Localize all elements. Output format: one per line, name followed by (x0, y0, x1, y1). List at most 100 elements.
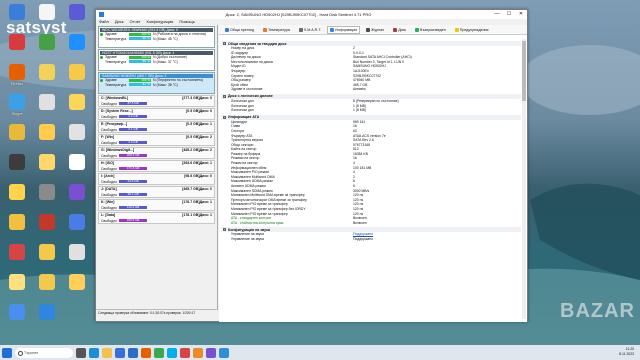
desktop-icon[interactable] (62, 154, 92, 184)
title-bar[interactable]: Диск: 2, SAMSUNG HD502HJ [S20BJ90KC07702… (96, 10, 527, 19)
desktop-icon[interactable] (2, 304, 32, 334)
volume-item[interactable]: J: [DATA] [465.7 GB] Диск: 0 Свободно 96.1 G… (98, 186, 215, 198)
desktop-icon[interactable] (32, 184, 62, 214)
task-view-icon[interactable] (76, 347, 86, 358)
desktop-icon[interactable] (2, 124, 32, 154)
tab-възпроизведен[interactable]: Възпроизведен (412, 26, 449, 34)
search-input[interactable]: Търсене (15, 347, 73, 358)
chrome-icon[interactable] (154, 347, 164, 358)
volume-size: [465.2 GB] (182, 148, 200, 152)
desktop-icon[interactable] (32, 64, 62, 94)
desktop-icon[interactable] (62, 94, 92, 124)
desktop-icon[interactable] (2, 4, 32, 34)
viber-icon[interactable] (206, 347, 216, 358)
mail-icon[interactable] (128, 347, 138, 358)
volume-item[interactable]: L: [Data] [176.1 GB] Диск: 1 Свободно 180.6 … (98, 212, 215, 224)
collapse-icon[interactable]: − (223, 228, 226, 232)
desktop-icon[interactable] (62, 274, 92, 304)
volume-item[interactable]: G: [WindowsDigit...] [465.2 GB] Диск: 2 Сво… (98, 147, 215, 159)
store-icon[interactable] (115, 347, 125, 358)
volume-header: F: [Win] [0.5 GB] Диск: 2 (101, 135, 212, 140)
desktop-icon-glyph (69, 154, 85, 170)
desktop-icon[interactable]: Skype (2, 94, 32, 124)
collapse-icon[interactable]: − (223, 94, 226, 98)
tab-label: Журнал (371, 27, 385, 32)
tab-информация[interactable]: Информация (327, 25, 361, 34)
desktop-icon-glyph (9, 214, 25, 230)
tab-журнал[interactable]: Журнал (363, 26, 387, 34)
desktop-icon[interactable] (62, 244, 92, 274)
skype-icon[interactable] (167, 347, 177, 358)
volume-name: K: [Win] (101, 200, 115, 204)
desktop-icon[interactable] (2, 214, 32, 244)
desktop-icon[interactable] (62, 184, 92, 214)
hd-sentinel-taskbar-icon[interactable] (219, 347, 229, 358)
volume-list: C: [WindowsBL] [277.3 GB] Диск: 0 Свободно 8… (96, 95, 217, 224)
desktop-icon[interactable]: Firefox (2, 64, 32, 94)
desktop-icon[interactable] (32, 94, 62, 124)
tab-температура[interactable]: Температура (260, 26, 293, 34)
volume-size: [0.5 GB] (186, 122, 200, 126)
desktop-icon[interactable] (32, 304, 62, 334)
close-button[interactable]: ✕ (515, 10, 527, 19)
desktop-icon[interactable] (32, 34, 62, 64)
desktop-icon[interactable] (62, 34, 92, 64)
collapse-icon[interactable]: − (223, 115, 226, 119)
clock[interactable]: 11:20 8.11.2023 (619, 347, 634, 357)
volume-item[interactable]: I: [Аrch] [98.6 GB] Диск: 0 Свободно 64.5 GB (98, 173, 215, 185)
scroll-thumb[interactable] (522, 41, 526, 101)
tab-предупреждения[interactable]: Предупреждения (452, 26, 492, 34)
tab-s-m-a-r-t-[interactable]: S.M.A.R.T. (296, 26, 324, 34)
volume-item[interactable]: F: [Win] [0.5 GB] Диск: 2 Свободно 0.3 GB (98, 134, 215, 146)
desktop-icon[interactable] (2, 154, 32, 184)
volume-header: I: [Аrch] [98.6 GB] Диск: 0 (101, 174, 212, 179)
temp-bar: 31 °C (129, 83, 151, 87)
tab-icon (454, 27, 459, 32)
folder-icon[interactable] (102, 347, 112, 358)
desktop-icon[interactable] (2, 34, 32, 64)
tab-диск[interactable]: Диск (390, 26, 409, 34)
volume-header: Н: [ISO] [263.6 GB] Диск: 1 (101, 161, 212, 166)
disk-card[interactable]: SAMSUNG HD502HJ (465.7 GB) Диск: 2 Здраве… (98, 72, 215, 94)
volume-item[interactable]: C: [WindowsBL] [277.3 GB] Диск: 0 Свободно 8… (98, 95, 215, 107)
minimize-button[interactable]: — (491, 10, 503, 19)
tab-обща-преглед[interactable]: Обща преглед (222, 26, 257, 34)
desktop-icon[interactable] (32, 244, 62, 274)
volume-disk: Диск: 0 (199, 96, 212, 100)
tab-label: Обща преглед (230, 27, 255, 32)
free-bar: 64.5 GB (119, 180, 148, 183)
desktop-icon[interactable] (32, 4, 62, 34)
desktop-icon[interactable] (32, 274, 62, 304)
maximize-button[interactable]: ☐ (503, 10, 515, 19)
desktop-icon[interactable] (32, 214, 62, 244)
volume-size: [176.7 GB] (182, 200, 200, 204)
start-button[interactable] (2, 347, 12, 358)
desktop-icon-glyph (39, 4, 55, 20)
desktop-icon-glyph (9, 304, 25, 320)
volume-item[interactable]: Н: [ISO] [263.6 GB] Диск: 1 Свободно 171.8 G… (98, 160, 215, 172)
info-scrollbar[interactable] (522, 39, 526, 319)
volume-item[interactable]: E: [Резервир...] [0.5 GB] Диск: 1 Свободно 0… (98, 121, 215, 133)
thermometer-icon (100, 60, 103, 63)
app-icon-orange[interactable] (193, 347, 203, 358)
collapse-icon[interactable]: − (223, 42, 226, 46)
app-icon-red[interactable] (180, 347, 190, 358)
desktop-icon[interactable] (2, 244, 32, 274)
disk-card[interactable]: WDC WD10EZEX-75WN4A0 (931.5 GB) Диск: 0З… (98, 26, 215, 48)
disk-card[interactable]: HGST HTS541010A9E680 (931.5 GB) Диск: 1З… (98, 49, 215, 71)
volume-item[interactable]: K: [Win] [176.7 GB] Диск: 1 Свободно 110.4 G… (98, 199, 215, 211)
desktop-icon[interactable] (62, 4, 92, 34)
edge-icon[interactable] (89, 347, 99, 358)
desktop-icon[interactable] (2, 274, 32, 304)
desktop-icon[interactable] (62, 64, 92, 94)
desktop-icon-glyph (39, 94, 55, 110)
volume-name: J: [DATA] (101, 187, 117, 191)
firefox-icon[interactable] (141, 347, 151, 358)
desktop-icon[interactable] (62, 124, 92, 154)
volume-size: [465.7 GB] (182, 187, 200, 191)
desktop-icon[interactable] (2, 184, 32, 214)
desktop-icon[interactable] (32, 124, 62, 154)
desktop-icon[interactable] (32, 154, 62, 184)
desktop-icon[interactable] (62, 214, 92, 244)
volume-item[interactable]: D: [System Rese...] [0.5 GB] Диск: 0 Свобод… (98, 108, 215, 120)
